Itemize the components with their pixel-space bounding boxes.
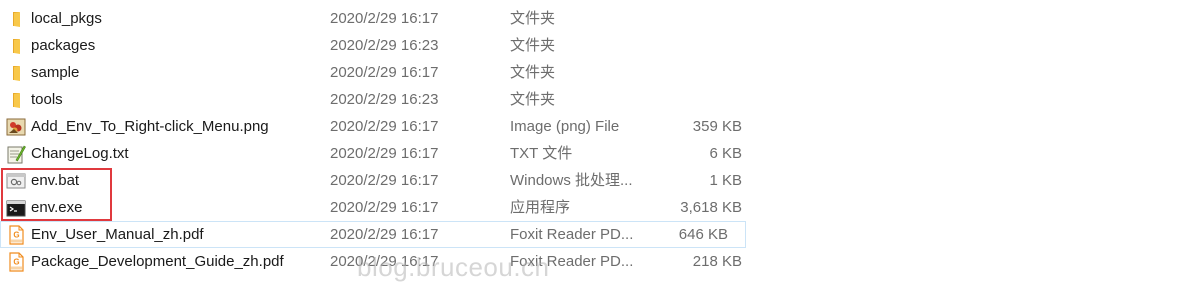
svg-text:G: G [13,258,19,267]
list-item-packages[interactable]: packages 2020/2/29 16:23 文件夹 [0,32,760,59]
list-item-add-env-png[interactable]: Add_Env_To_Right-click_Menu.png 2020/2/2… [0,113,760,140]
batch-file-icon [6,171,26,191]
file-date: 2020/2/29 16:17 [330,172,439,189]
file-type: 文件夹 [510,64,556,81]
file-type: 文件夹 [510,91,556,108]
file-date: 2020/2/29 16:23 [330,37,439,54]
list-item-package-dev-guide-pdf[interactable]: G Package_Development_Guide_zh.pdf 2020/… [0,248,760,275]
text-file-icon [6,144,26,164]
folder-icon [6,90,26,110]
file-name: env.exe [31,199,83,216]
list-item-sample[interactable]: sample 2020/2/29 16:17 文件夹 [0,59,760,86]
file-type: 文件夹 [510,10,556,27]
folder-icon [6,36,26,56]
file-date: 2020/2/29 16:17 [330,199,439,216]
file-type: 文件夹 [510,37,556,54]
list-item-changelog-txt[interactable]: ChangeLog.txt 2020/2/29 16:17 TXT 文件 6 K… [0,140,760,167]
pdf-file-icon: G [6,225,26,245]
file-date: 2020/2/29 16:17 [330,64,439,81]
file-name: local_pkgs [31,10,102,27]
file-size: 646 KB [678,226,728,243]
file-name: ChangeLog.txt [31,145,129,162]
file-date: 2020/2/29 16:17 [330,145,439,162]
console-app-icon [6,198,26,218]
file-name: Add_Env_To_Right-click_Menu.png [31,118,269,135]
file-name: packages [31,37,96,54]
svg-text:G: G [13,231,19,240]
file-date: 2020/2/29 16:17 [330,253,439,270]
file-list: local_pkgs 2020/2/29 16:17 文件夹 packages … [0,5,760,275]
file-date: 2020/2/29 16:17 [330,226,439,243]
file-date: 2020/2/29 16:17 [330,10,439,27]
file-type: 应用程序 [510,199,571,216]
folder-icon [6,63,26,83]
list-item-env-user-manual-pdf[interactable]: G Env_User_Manual_zh.pdf 2020/2/29 16:17… [0,221,746,248]
file-name: Env_User_Manual_zh.pdf [31,226,204,243]
file-name: tools [31,91,63,108]
file-name: sample [31,64,80,81]
list-item-env-exe[interactable]: env.exe 2020/2/29 16:17 应用程序 3,618 KB [0,194,760,221]
file-size: 6 KB [709,145,742,162]
file-date: 2020/2/29 16:23 [330,91,439,108]
file-type: TXT 文件 [510,145,573,162]
file-type: Foxit Reader PD... [510,253,634,270]
file-size: 359 KB [692,118,742,135]
file-date: 2020/2/29 16:17 [330,118,439,135]
list-item-local-pkgs[interactable]: local_pkgs 2020/2/29 16:17 文件夹 [0,5,760,32]
file-size: 218 KB [692,253,742,270]
file-type: Image (png) File [510,118,620,135]
pdf-file-icon: G [6,252,26,272]
file-size: 1 KB [709,172,742,189]
file-size: 3,618 KB [680,199,742,216]
list-item-tools[interactable]: tools 2020/2/29 16:23 文件夹 [0,86,760,113]
image-file-icon [6,117,26,137]
file-type: Windows 批处理... [510,172,633,189]
list-item-env-bat[interactable]: env.bat 2020/2/29 16:17 Windows 批处理... 1… [0,167,760,194]
file-name: Package_Development_Guide_zh.pdf [31,253,284,270]
folder-icon [6,9,26,29]
file-name: env.bat [31,172,80,189]
